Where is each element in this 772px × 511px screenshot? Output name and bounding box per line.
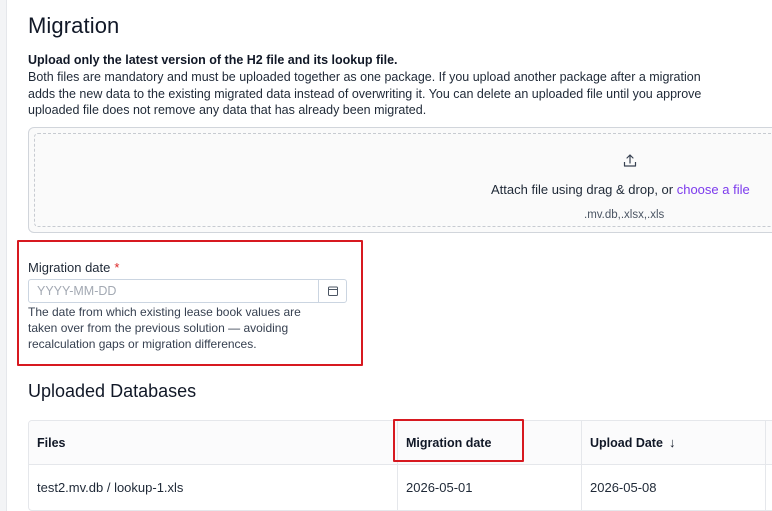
column-header-files[interactable]: Files (29, 421, 397, 464)
attach-instructions: Attach file using drag & drop, or choose… (491, 182, 750, 197)
attach-text: Attach file using drag & drop, or (491, 182, 677, 197)
column-header-label: Files (37, 435, 66, 450)
migration-date-input[interactable] (29, 280, 317, 302)
migration-date-field[interactable] (28, 279, 347, 303)
uploaded-databases-title: Uploaded Databases (28, 381, 197, 401)
column-header-upload-date[interactable]: Upload Date ↓ (581, 421, 765, 464)
intro-line: Both files are mandatory and must be upl… (28, 70, 701, 84)
migration-page: Migration Upload only the latest version… (17, 0, 772, 511)
required-marker: * (114, 260, 120, 275)
intro-line: adds the new data to the existing migrat… (28, 86, 702, 101)
cell-files: test2.mv.db / lookup-1.xls (37, 480, 184, 495)
helper-line: taken over from the previous solution — … (28, 321, 289, 335)
accepted-file-types: .mv.db,.xlsx,.xls (584, 209, 665, 221)
upload-icon (622, 153, 638, 169)
dropzone-dashed-area[interactable]: Attach file using drag & drop, or choose… (34, 133, 772, 227)
sort-descending-icon[interactable]: ↓ (669, 435, 676, 450)
intro-description: Both files are mandatory and must be upl… (28, 69, 772, 119)
choose-file-link[interactable]: choose a file (677, 182, 750, 197)
migration-date-helper: The date from which existing lease book … (28, 304, 348, 352)
highlight-migration-date-column (393, 419, 524, 462)
cell-extra (765, 464, 772, 510)
cell-migration-date: 2026-05-01 (397, 464, 581, 510)
intro-line: uploaded file does not remove any data t… (28, 103, 427, 117)
migration-date-label-text: Migration date (28, 260, 111, 275)
calendar-icon[interactable] (318, 280, 346, 302)
column-header-label: Upload Date (590, 435, 663, 450)
cell-upload-date: 2026-05-08 (581, 464, 765, 510)
table-row[interactable]: test2.mv.db / lookup-1.xls 2026-05-01 20… (29, 464, 772, 510)
file-dropzone[interactable]: Attach file using drag & drop, or choose… (28, 127, 772, 233)
intro-heading: Upload only the latest version of the H2… (28, 53, 398, 67)
helper-line: The date from which existing lease book … (28, 305, 301, 319)
left-rail (0, 0, 7, 511)
migration-date-label: Migration date * (28, 260, 119, 275)
column-header-extra (765, 421, 772, 464)
helper-line: recalculation gaps or migration differen… (28, 337, 257, 351)
page-title: Migration (28, 13, 120, 38)
